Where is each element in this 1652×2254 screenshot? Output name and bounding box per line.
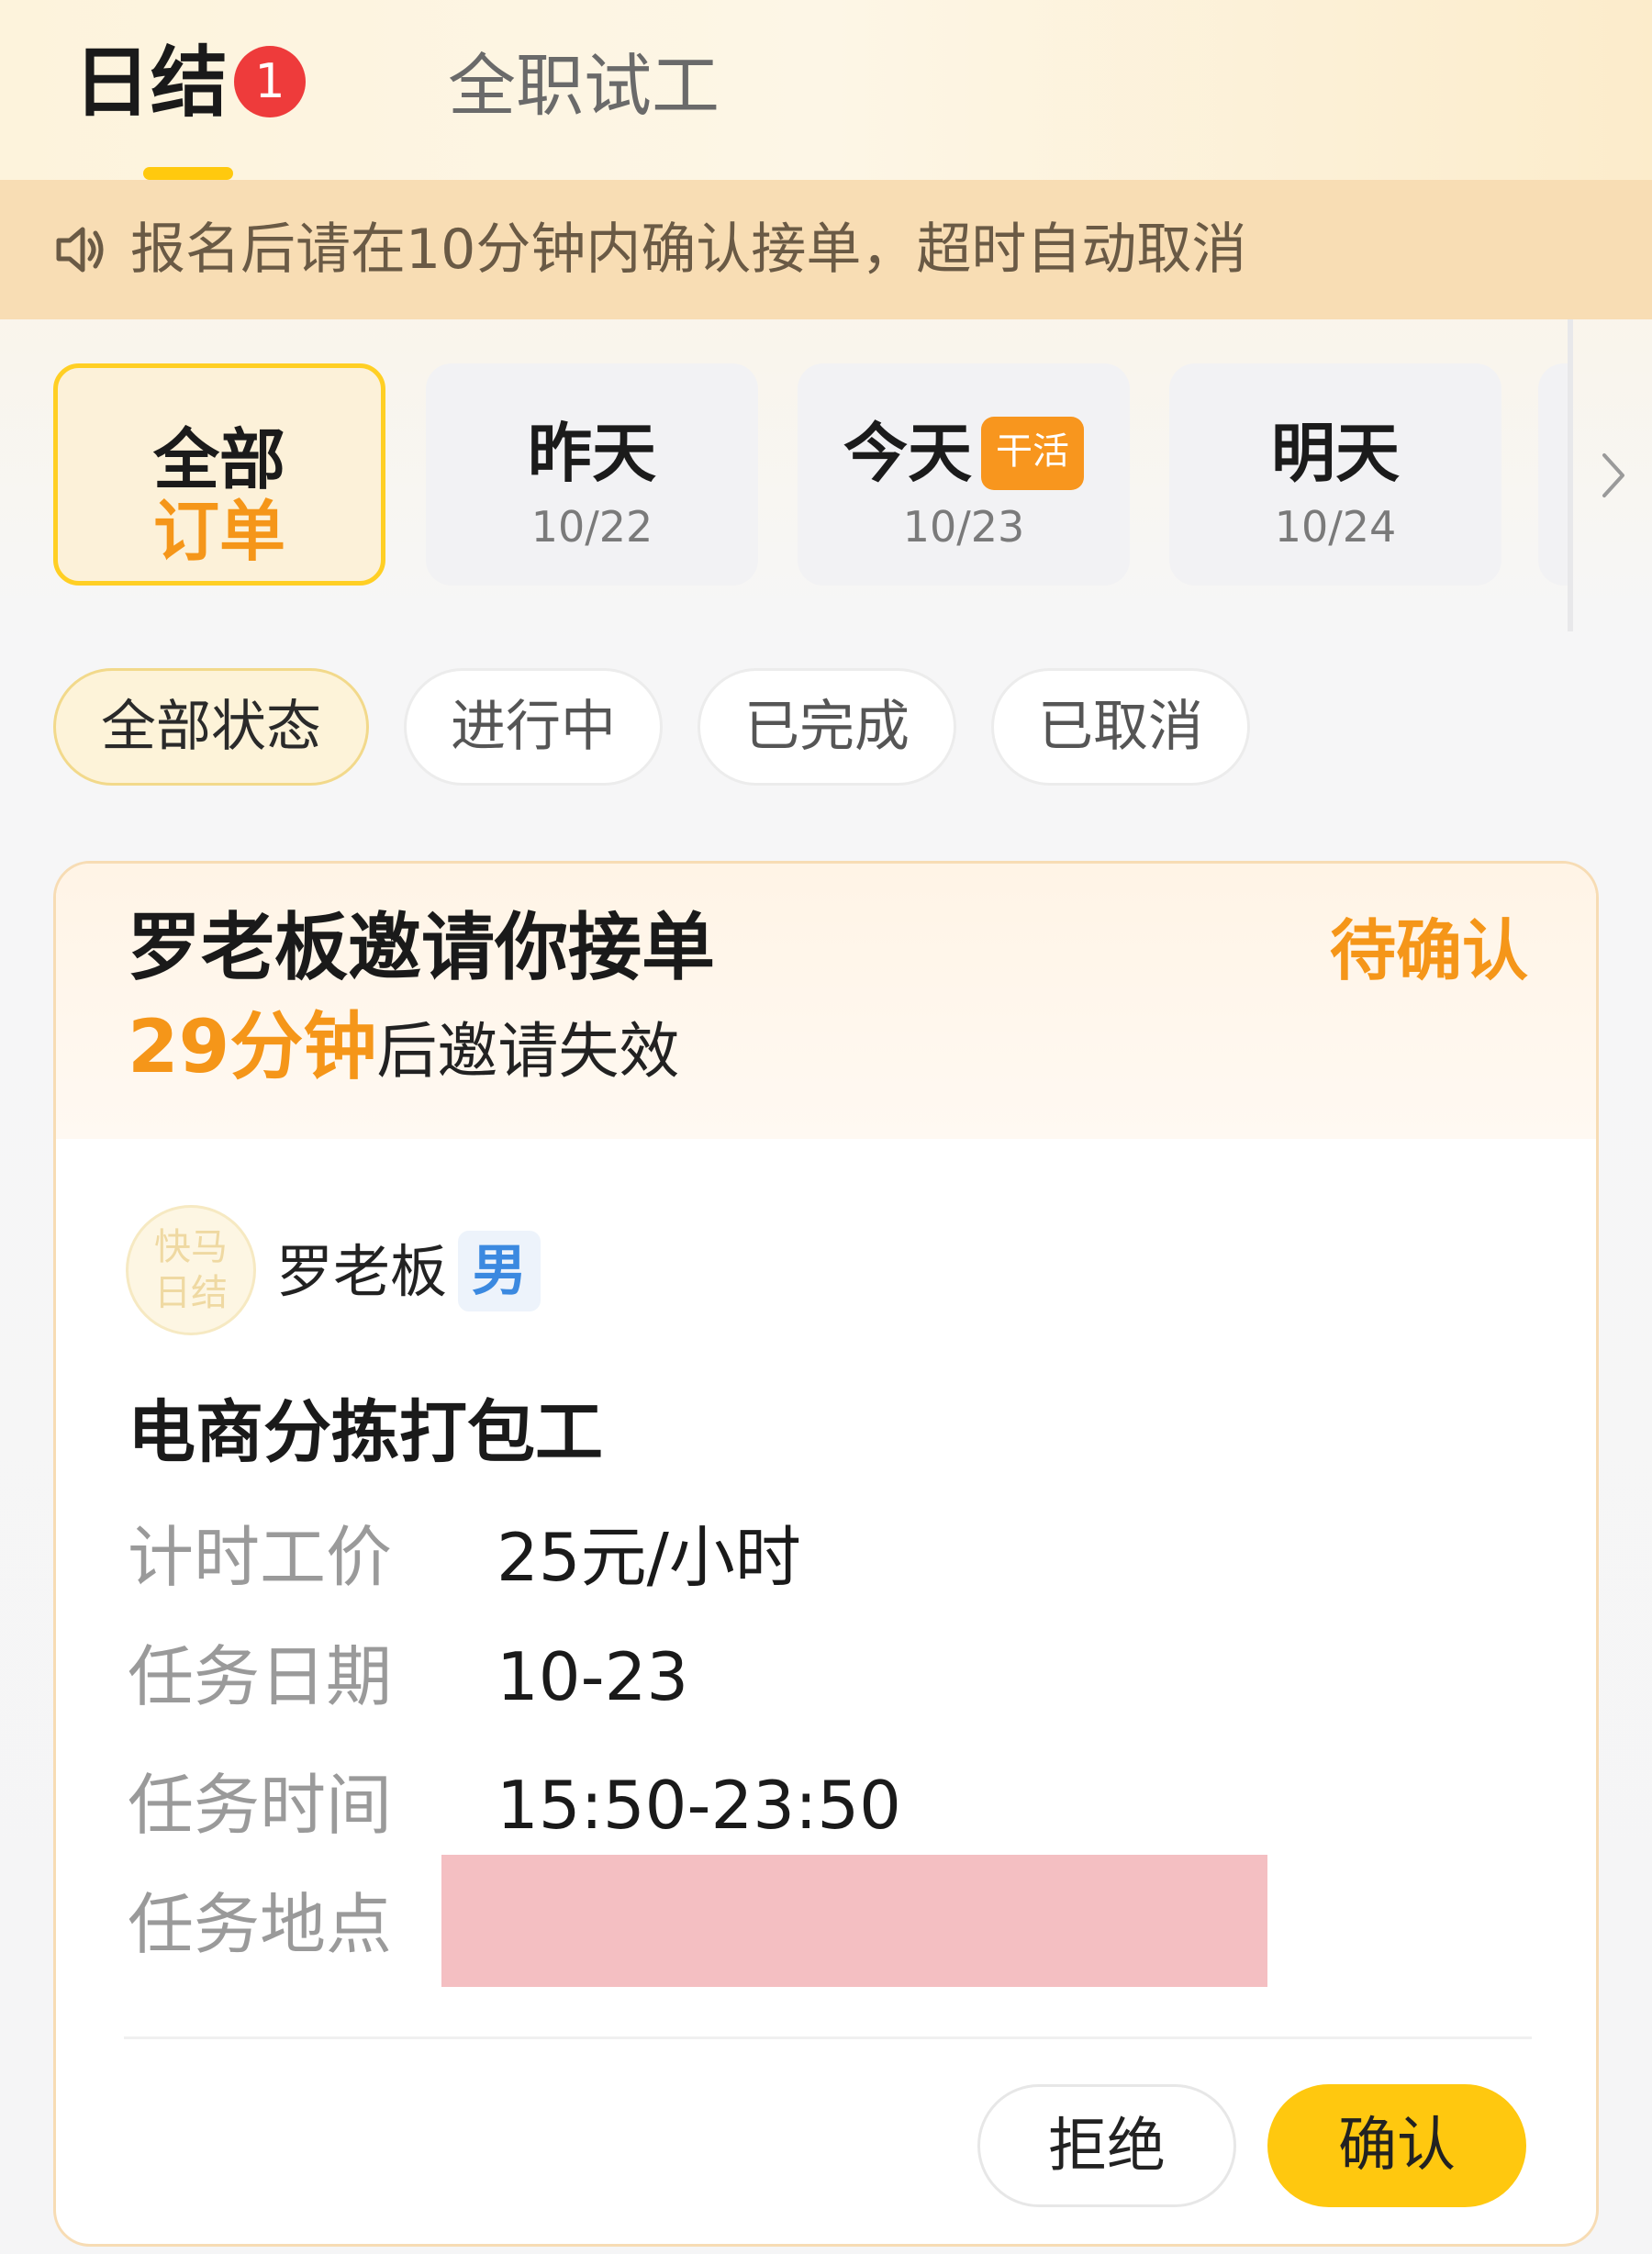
notice-bar: 报名后请在10分钟内确认接单，超时自动取消	[0, 180, 1652, 319]
confirm-button[interactable]: 确认	[1267, 2084, 1526, 2207]
status-badge: 待确认	[1329, 912, 1528, 989]
avatar-text-line1: 快马	[154, 1226, 228, 1268]
date-value: 10/24	[1274, 502, 1397, 552]
task-time-value: 15:50-23:50	[497, 1767, 901, 1844]
card-divider	[124, 2036, 1532, 2039]
date-today[interactable]: 今天 干活 10/23	[798, 363, 1130, 586]
poster-name: 罗老板	[276, 1238, 448, 1305]
date-all-orders[interactable]: 全部 订单	[53, 363, 385, 586]
filter-all-status[interactable]: 全部状态	[53, 668, 369, 786]
expire-countdown: 29分钟	[128, 1004, 377, 1089]
filter-cancelled[interactable]: 已取消	[991, 668, 1250, 786]
tab-label: 全职试工	[448, 47, 720, 126]
tab-fulltime-trial[interactable]: 全职试工	[448, 40, 720, 132]
date-value: 10/22	[530, 502, 653, 552]
date-value: 10/23	[902, 502, 1025, 552]
avatar: 快马 日结	[126, 1205, 256, 1335]
expire-text: 后邀请失效	[376, 1016, 680, 1087]
chevron-right-icon[interactable]	[1595, 448, 1632, 503]
date-yesterday[interactable]: 昨天 10/22	[426, 363, 758, 586]
task-location-label: 任务地点	[128, 1886, 393, 1963]
unread-badge: 1	[234, 46, 306, 117]
date-label: 昨天	[528, 416, 656, 491]
date-selector: 全部 订单 昨天 10/22 今天 干活 10/23 明天 10/24	[0, 319, 1624, 631]
tab-label: 日结	[73, 38, 229, 128]
order-card[interactable]: 罗老板邀请你接单 待确认 29分钟后邀请失效 快马 日结 罗老板 男 电商分拣打…	[53, 861, 1599, 2247]
reject-button[interactable]: 拒绝	[977, 2084, 1236, 2207]
tab-daily-settlement[interactable]: 日结	[73, 37, 228, 128]
date-next-card-peek[interactable]	[1538, 363, 1571, 586]
order-card-header: 罗老板邀请你接单 待确认 29分钟后邀请失效	[56, 864, 1596, 1139]
notice-text: 报名后请在10分钟内确认接单，超时自动取消	[130, 218, 1247, 282]
wage-label: 计时工价	[128, 1519, 393, 1596]
redacted-location	[441, 1855, 1267, 1987]
work-badge: 干活	[981, 417, 1084, 490]
active-tab-indicator	[143, 167, 233, 180]
date-tomorrow[interactable]: 明天 10/24	[1169, 363, 1501, 586]
filter-in-progress[interactable]: 进行中	[404, 668, 663, 786]
expire-notice: 29分钟后邀请失效	[128, 1001, 679, 1113]
avatar-text-line2: 日结	[154, 1272, 228, 1314]
gender-tag: 男	[458, 1231, 541, 1311]
date-label: 今天	[843, 416, 972, 491]
order-title: 罗老板邀请你接单	[128, 905, 715, 990]
date-label: 明天	[1271, 416, 1400, 491]
task-date-value: 10-23	[497, 1638, 689, 1715]
job-title: 电商分拣打包工	[128, 1393, 603, 1472]
filter-completed[interactable]: 已完成	[698, 668, 956, 786]
date-all-line2: 订单	[152, 493, 285, 570]
top-tab-bar: 日结 1 全职试工	[0, 0, 1652, 180]
task-time-label: 任务时间	[128, 1767, 393, 1844]
date-all-line1: 全部	[152, 421, 285, 498]
wage-value: 25元/小时	[497, 1519, 801, 1596]
speaker-icon	[56, 227, 104, 273]
date-scroll-divider	[1568, 319, 1573, 631]
task-date-label: 任务日期	[128, 1638, 393, 1715]
